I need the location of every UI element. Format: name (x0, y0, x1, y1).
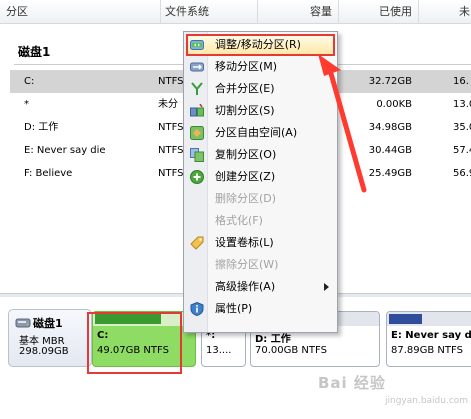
menu-item-create[interactable]: 创建分区(Z) (186, 166, 335, 188)
menu-item-label: 设置卷标(L) (215, 236, 274, 249)
partition-used: 25.49GB (368, 168, 412, 179)
menu-item-label: 创建分区(Z) (215, 170, 276, 183)
partition-unused: 13.0 (453, 99, 471, 110)
set-label-icon (190, 236, 204, 250)
partition-block-size: 70.00GB NTFS (255, 345, 327, 356)
partition-used: 34.98GB (368, 122, 412, 133)
menu-item-free-space[interactable]: 分区自由空间(A) (186, 122, 335, 144)
partition-used: 0.00KB (376, 99, 412, 110)
create-partition-icon (190, 170, 204, 184)
menu-item-label: 格式化(F) (215, 214, 263, 227)
column-filesystem[interactable]: 文件系统 (160, 0, 256, 24)
menu-item-merge[interactable]: 合并分区(E) (186, 78, 335, 100)
menu-item-copy[interactable]: 复制分区(O) (186, 144, 335, 166)
column-capacity[interactable]: 容量 (257, 0, 338, 24)
menu-item-set-label[interactable]: 设置卷标(L) (186, 232, 335, 254)
menu-item-label: 切割分区(S) (215, 104, 275, 117)
menu-item-split[interactable]: 切割分区(S) (186, 100, 335, 122)
disk-name: 磁盘1 (33, 317, 63, 330)
menu-item-label: 复制分区(O) (215, 148, 277, 161)
partition-name: C: (24, 76, 35, 87)
column-unused[interactable]: 未 (418, 0, 471, 24)
menu-item-label: 删除分区(D) (215, 192, 277, 205)
submenu-arrow-icon (324, 283, 329, 291)
menu-item-label: 高级操作(A) (215, 280, 276, 293)
free-space-icon (190, 126, 204, 140)
partition-used: 32.72GB (368, 76, 412, 87)
menu-item-label: 擦除分区(W) (215, 258, 279, 271)
disk-info-box[interactable]: 磁盘1 基本 MBR 298.09GB (8, 309, 92, 367)
menu-item-resize-move[interactable]: 调整/移动分区(R) (186, 34, 335, 56)
disk-size: 298.09GB (19, 346, 69, 357)
partition-name: F: Believe (24, 168, 73, 179)
menu-item-advanced[interactable]: 高级操作(A) (186, 276, 335, 298)
partition-name: * (24, 99, 29, 110)
partition-block-label: E: Never say d (391, 330, 471, 341)
disk-group-title: 磁盘1 (18, 45, 51, 59)
menu-item-label: 合并分区(E) (215, 82, 275, 95)
copy-partition-icon (190, 148, 204, 162)
partition-unused: 56.9 (453, 168, 471, 179)
watermark-url: jingyan.baidu.com (385, 396, 469, 406)
partition-unused: 57.4 (453, 145, 471, 156)
menu-item-label: 移动分区(M) (215, 60, 278, 73)
usage-bar-fill (389, 314, 422, 324)
partition-unused: 35.0 (453, 122, 471, 133)
menu-item-label: 调整/移动分区(R) (215, 38, 301, 51)
resize-move-icon (190, 40, 204, 50)
context-menu: 调整/移动分区(R) 移动分区(M) 合并分区(E) 切割分区(S) 分区自由空… (183, 31, 338, 333)
menu-item-label: 分区自由空间(A) (215, 126, 298, 139)
partition-unused: 16. (453, 76, 469, 87)
partition-name: E: Never say die (24, 145, 106, 156)
properties-icon (190, 302, 204, 316)
hard-disk-icon (15, 318, 31, 328)
menu-item-properties[interactable]: 属性(P) (186, 298, 335, 320)
usage-bar (387, 312, 471, 326)
watermark-text: Bai 经验 (318, 374, 386, 392)
partition-table-header: 分区 文件系统 容量 已使用 未 (0, 0, 471, 24)
move-partition-icon (190, 62, 204, 72)
column-used[interactable]: 已使用 (338, 0, 418, 24)
partition-block-e[interactable]: E: Never say d 87.89GB NTFS (386, 311, 471, 367)
split-partition-icon (190, 104, 204, 117)
menu-item-label: 属性(P) (215, 302, 253, 315)
partition-block-size: 13.... (206, 345, 232, 356)
menu-item-format[interactable]: 格式化(F) (186, 210, 335, 232)
annotation-frame-c (87, 312, 182, 374)
menu-item-move[interactable]: 移动分区(M) (186, 56, 335, 78)
column-partition[interactable]: 分区 (6, 0, 156, 24)
partition-used: 30.44GB (368, 145, 412, 156)
disk-type: 基本 MBR (19, 336, 65, 347)
merge-partition-icon (191, 82, 203, 95)
menu-item-delete[interactable]: 删除分区(D) (186, 188, 335, 210)
menu-item-wipe[interactable]: 擦除分区(W) (186, 254, 335, 276)
partition-block-size: 87.89GB NTFS (391, 345, 463, 356)
partition-name: D: 工作 (24, 122, 59, 133)
